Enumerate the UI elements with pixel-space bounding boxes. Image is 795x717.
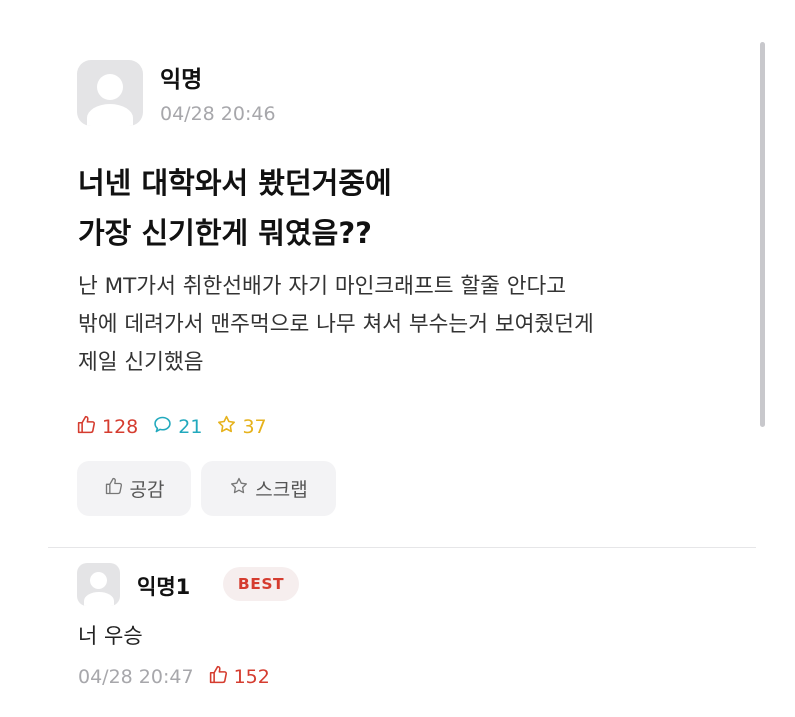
comment-text: 너 우승: [78, 624, 143, 648]
post-body: 난 MT가서 취한선배가 자기 마인크래프트 할줄 안다고 밖에 데려가서 맨주…: [78, 268, 718, 382]
avatar-body: [83, 592, 114, 606]
thumbs-up-icon: [76, 414, 97, 440]
like-count: 128: [76, 414, 138, 440]
scrap-button[interactable]: 스크랩: [201, 461, 336, 516]
like-count-value: 128: [102, 416, 139, 438]
thumbs-up-icon: [104, 476, 124, 501]
best-badge: BEST: [223, 567, 299, 601]
comment-date: 04/28 20:47: [78, 666, 194, 688]
speech-bubble-icon: [152, 414, 173, 440]
post-body-line: 밖에 데려가서 맨주먹으로 나무 쳐서 부수는거 보여줬던게: [78, 312, 594, 337]
avatar-head: [97, 74, 123, 100]
scrap-count-value: 37: [242, 416, 267, 438]
post-body-line: 난 MT가서 취한선배가 자기 마인크래프트 할줄 안다고: [78, 274, 567, 299]
post-author-avatar: [77, 60, 143, 126]
scrollbar[interactable]: [760, 42, 765, 427]
scrap-count: 37: [216, 414, 267, 440]
comment-count: 21: [152, 414, 202, 440]
post-author-name: 익명: [160, 67, 203, 93]
comment-meta: 04/28 20:47 152: [78, 664, 270, 690]
post-title: 너넨 대학와서 봤던거중에 가장 신기한게 뭐였음??: [78, 158, 718, 258]
post-title-line: 너넨 대학와서 봤던거중에: [78, 166, 392, 200]
comment-count-value: 21: [178, 416, 203, 438]
thumbs-up-icon: [208, 664, 229, 690]
avatar-body: [87, 104, 133, 126]
scrap-button-label: 스크랩: [255, 479, 308, 501]
like-button-label: 공감: [129, 479, 165, 501]
post-stats: 128 21 37: [76, 414, 267, 440]
star-icon: [216, 414, 237, 440]
comment-author-name: 익명1: [137, 575, 191, 599]
post-title-line: 가장 신기한게 뭐였음??: [78, 216, 372, 250]
section-divider: [48, 547, 756, 548]
post-body-line: 제일 신기했음: [78, 350, 204, 375]
post-date: 04/28 20:46: [160, 103, 276, 125]
star-icon: [229, 476, 249, 501]
comment-author-avatar: [77, 563, 120, 606]
comment-like-button[interactable]: 152: [208, 664, 270, 690]
like-button[interactable]: 공감: [77, 461, 191, 516]
avatar-head: [90, 572, 107, 589]
comment-like-count: 152: [233, 666, 270, 688]
